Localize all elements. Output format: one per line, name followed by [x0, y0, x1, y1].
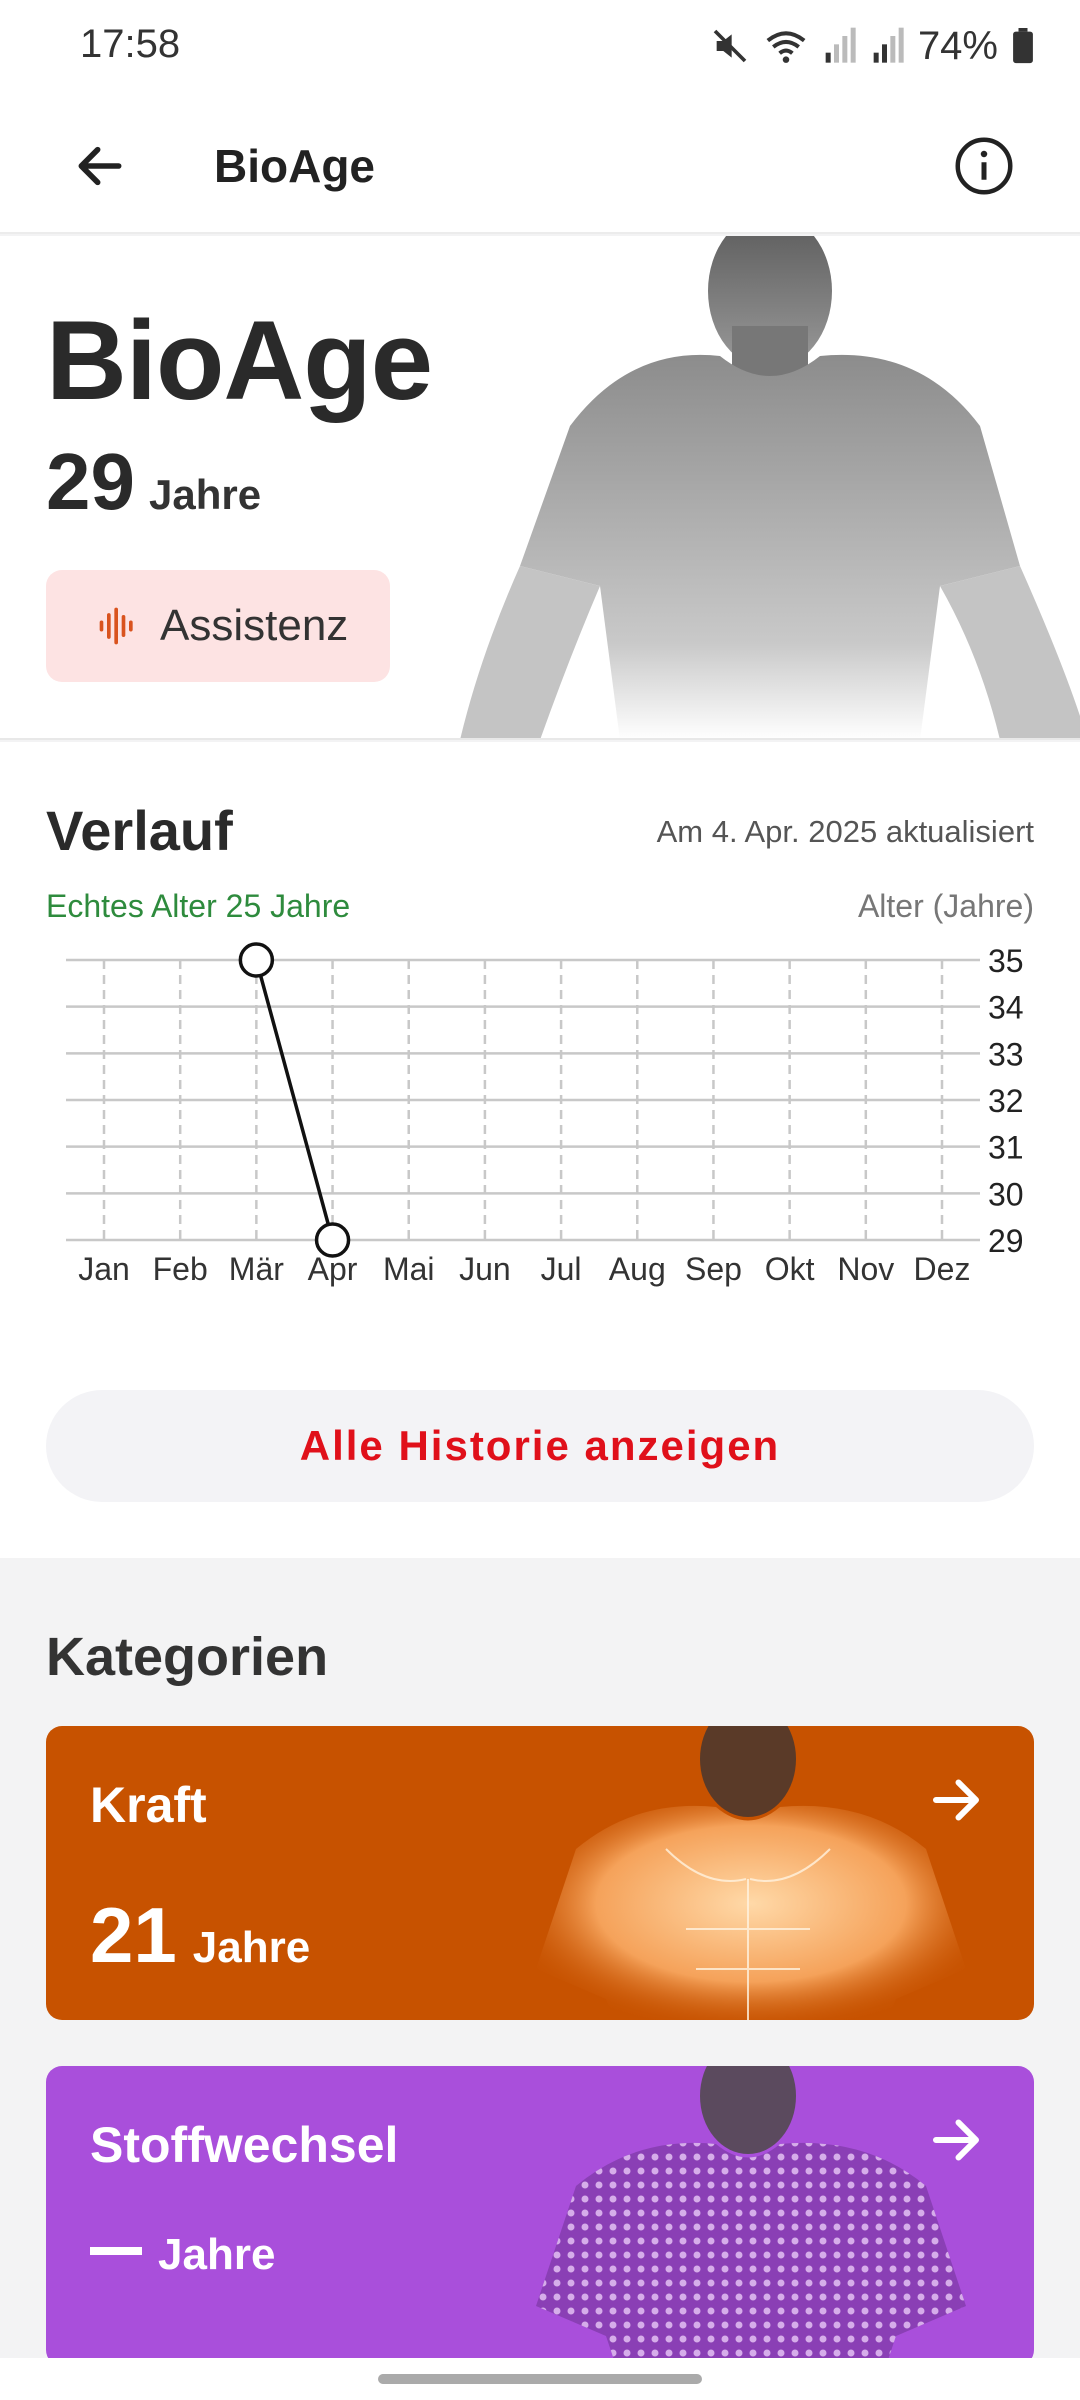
battery-percent: 74%: [917, 23, 998, 68]
card-age-value: 21: [90, 1891, 177, 1979]
last-updated: Am 4. Apr. 2025 aktualisiert: [656, 814, 1034, 849]
card-age-unit: Jahre: [158, 2230, 276, 2279]
bio-age-unit: Jahre: [148, 471, 262, 518]
card-age-unit: Jahre: [192, 1923, 311, 1972]
hero-title: BioAge: [46, 298, 433, 423]
status-time: 17:58: [80, 22, 181, 66]
y-tick-label: 35: [988, 943, 1024, 979]
age-history-chart: 35343332313029Jan Feb Mär Apr Mai Jun Jul Aug Se…: [66, 942, 1024, 1287]
x-tick-label: Dez: [914, 1251, 971, 1287]
info-button[interactable]: [944, 126, 1024, 206]
signal-icon: [825, 27, 856, 63]
card-title: Stoffwechsel: [90, 2117, 399, 2173]
card-title: Kraft: [90, 1777, 207, 1833]
x-tick-label: Nov: [837, 1251, 894, 1287]
status-icons: 74%: [710, 22, 1034, 70]
mute-icon: [713, 29, 747, 63]
x-tick-label: Sep: [685, 1251, 742, 1287]
y-tick-label: 33: [988, 1036, 1024, 1072]
x-tick-label: Feb: [153, 1251, 208, 1287]
history-section: Verlauf Am 4. Apr. 2025 aktualisiert Ech…: [0, 742, 1080, 1558]
category-card-stoffwechsel[interactable]: Stoffwechsel Jahre: [46, 2066, 1034, 2366]
back-button[interactable]: [60, 126, 140, 206]
card-age-empty-dash: [90, 2247, 142, 2255]
info-icon: [955, 137, 1013, 195]
app-bar: BioAge: [0, 96, 1080, 234]
arrow-right-icon: [933, 2119, 979, 2161]
show-all-history-button[interactable]: Alle Historie anzeigen: [46, 1390, 1034, 1502]
assistant-label: Assistenz: [160, 601, 349, 650]
data-point: [314, 1222, 351, 1258]
x-tick-label: Mai: [383, 1251, 435, 1287]
x-tick-label: Okt: [765, 1251, 815, 1287]
bio-age: 29 Jahre: [46, 436, 261, 528]
y-tick-label: 31: [988, 1130, 1024, 1166]
data-point: [238, 942, 275, 978]
battery-icon: [1013, 28, 1033, 64]
x-tick-label: Aug: [609, 1251, 666, 1287]
wifi-icon: [766, 31, 806, 63]
voice-wave-icon: [99, 607, 133, 645]
y-tick-label: 32: [988, 1083, 1024, 1119]
card-age: Jahre: [90, 2230, 275, 2280]
category-card-kraft[interactable]: Kraft 21 Jahre: [46, 1726, 1034, 2020]
x-tick-label: Jul: [541, 1251, 582, 1287]
x-tick-label: Mär: [229, 1251, 284, 1287]
y-tick-label: 34: [988, 990, 1024, 1026]
categories-title: Kategorien: [46, 1627, 329, 1687]
body-figure-image: [460, 236, 1080, 738]
status-bar: 17:58 74%: [0, 0, 1080, 96]
history-title: Verlauf: [46, 799, 233, 862]
y-axis-title: Alter (Jahre): [857, 888, 1034, 924]
y-tick-label: 29: [988, 1223, 1024, 1259]
arrow-left-icon: [78, 146, 122, 186]
x-tick-label: Jun: [459, 1251, 511, 1287]
bio-age-value: 29: [46, 437, 135, 526]
app-title: BioAge: [214, 140, 375, 192]
x-tick-label: Jan: [78, 1251, 130, 1287]
gesture-nav-handle[interactable]: [378, 2374, 702, 2384]
arrow-right-icon: [933, 1779, 979, 1821]
card-age: 21 Jahre: [90, 1890, 310, 1981]
y-tick-label: 30: [988, 1176, 1024, 1212]
assistant-button[interactable]: Assistenz: [46, 570, 390, 682]
real-age-label: Echtes Alter 25 Jahre: [46, 888, 351, 924]
signal-icon-2: [873, 27, 904, 63]
hero-section: BioAge 29 Jahre Assistenz: [0, 236, 1080, 740]
show-all-history-label: Alle Historie anzeigen: [299, 1422, 781, 1469]
